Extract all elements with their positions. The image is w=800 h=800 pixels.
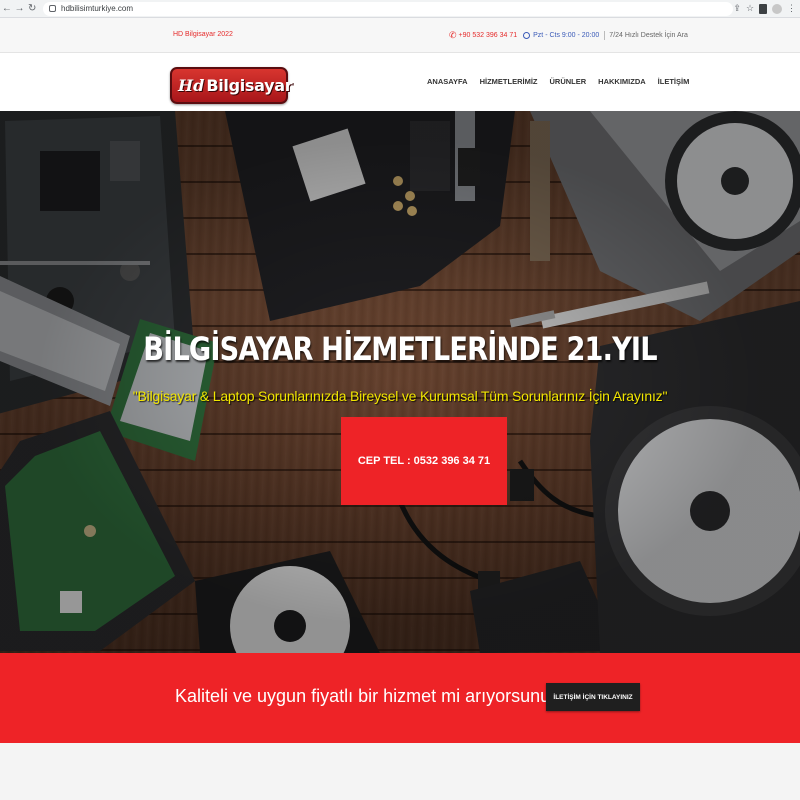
page-bottom [0,743,800,800]
extension-icon[interactable] [759,3,768,14]
menu-item-home[interactable]: ANASAYFA [427,77,468,86]
main-menu: ANASAYFA HİZMETLERİMİZ ÜRÜNLER HAKKIMIZD… [427,77,701,86]
support-note: 7/24 Hızlı Destek İçin Ara [609,32,688,39]
contact-button[interactable]: İLETİŞİM İÇİN TIKLAYINIZ [546,683,640,711]
browser-toolbar: ← → ↻ hdbilisimturkiye.com ⇪ ☆ ⋮ [0,0,800,18]
menu-item-services[interactable]: HİZMETLERİMİZ [480,77,538,86]
logo-hd: Hd [178,76,205,95]
menu-item-products[interactable]: ÜRÜNLER [550,77,587,86]
call-phone-button[interactable]: CEP TEL : 0532 396 34 71 [341,417,507,505]
browser-actions: ⇪ ☆ ⋮ [733,3,796,14]
site-logo[interactable]: Hd Bilgisayar [170,67,293,104]
hero-banner: BİLGİSAYAR HİZMETLERİNDE 21.YIL "Bilgisa… [0,111,800,653]
cta-band: Kaliteli ve uygun fiyatlı bir hizmet mi … [0,653,800,743]
cta-band-text: Kaliteli ve uygun fiyatlı bir hizmet mi … [175,686,575,706]
menu-item-about[interactable]: HAKKIMIZDA [598,77,646,86]
hero-overlay [0,111,800,653]
menu-item-contact[interactable]: İLETİŞİM [658,77,690,86]
menu-dots-icon[interactable]: ⋮ [787,3,796,14]
lock-icon [49,5,57,12]
back-icon[interactable]: ← [1,1,13,17]
forward-icon[interactable]: → [14,1,26,17]
url-text: hdbilisimturkiye.com [61,4,134,13]
working-hours: Pzt - Cts 9:00 - 20:00 [533,32,600,39]
share-icon[interactable]: ⇪ [733,3,741,14]
clock-icon [523,32,531,39]
hero-title: BİLGİSAYAR HİZMETLERİNDE 21.YIL [143,330,657,368]
hero-subtitle: "Bilgisayar & Laptop Sorunlarınızda Bire… [132,388,668,404]
divider [604,31,606,40]
site-header: Hd Bilgisayar ANASAYFA HİZMETLERİMİZ ÜRÜ… [0,53,800,111]
address-bar[interactable]: hdbilisimturkiye.com [43,1,734,16]
phone-icon: ✆ [449,30,457,40]
phone-link[interactable]: +90 532 396 34 71 [459,32,518,39]
page: ← → ↻ hdbilisimturkiye.com ⇪ ☆ ⋮ HD Bilg… [0,0,800,800]
star-icon[interactable]: ☆ [746,3,754,14]
contact-info: ✆ +90 532 396 34 71 Pzt - Cts 9:00 - 20:… [449,30,688,41]
brand-note: HD Bilgisayar 2022 [173,31,233,38]
logo-text: Bilgisayar [206,76,293,95]
top-info-bar: HD Bilgisayar 2022 ✆ +90 532 396 34 71 P… [0,18,800,53]
reload-icon[interactable]: ↻ [26,1,38,17]
profile-icon[interactable] [772,3,783,14]
